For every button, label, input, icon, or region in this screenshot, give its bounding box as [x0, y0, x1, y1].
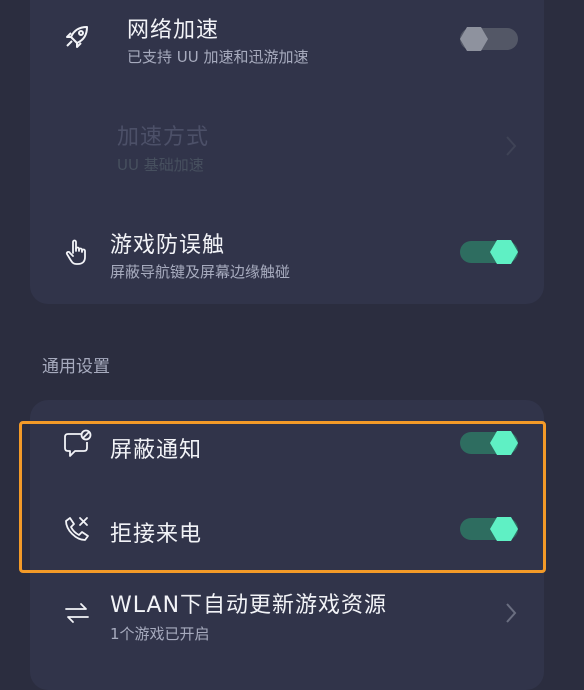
network-boost-subtitle: 已支持 UU 加速和迅游加速 [127, 48, 309, 66]
chevron-right-icon [504, 134, 518, 158]
highlight-box [19, 421, 546, 573]
boost-mode-row[interactable]: 加速方式 UU 基础加速 [0, 105, 584, 185]
toggle-knob [460, 27, 488, 51]
general-settings-header: 通用设置 [42, 357, 110, 377]
toggle-knob [490, 240, 518, 264]
network-boost-title: 网络加速 [127, 18, 220, 43]
wlan-auto-update-subtitle: 1个游戏已开启 [110, 625, 210, 643]
rocket-icon [60, 20, 94, 54]
wlan-auto-update-title: WLAN下自动更新游戏资源 [110, 593, 388, 618]
anti-mistouch-toggle[interactable] [460, 240, 518, 264]
anti-mistouch-title: 游戏防误触 [110, 233, 226, 258]
anti-mistouch-subtitle: 屏蔽导航键及屏幕边缘触碰 [110, 263, 291, 281]
boost-mode-title: 加速方式 [117, 125, 210, 150]
network-boost-toggle[interactable] [460, 27, 518, 51]
anti-mistouch-row[interactable]: 游戏防误触 屏蔽导航键及屏幕边缘触碰 [0, 215, 584, 295]
network-boost-row[interactable]: 网络加速 已支持 UU 加速和迅游加速 [0, 0, 584, 80]
boost-mode-subtitle: UU 基础加速 [117, 156, 204, 174]
wlan-auto-update-row[interactable]: WLAN下自动更新游戏资源 1个游戏已开启 [0, 585, 584, 665]
chevron-right-icon[interactable] [504, 601, 518, 625]
hand-pointer-icon [60, 235, 94, 269]
sync-arrows-icon [60, 596, 94, 630]
